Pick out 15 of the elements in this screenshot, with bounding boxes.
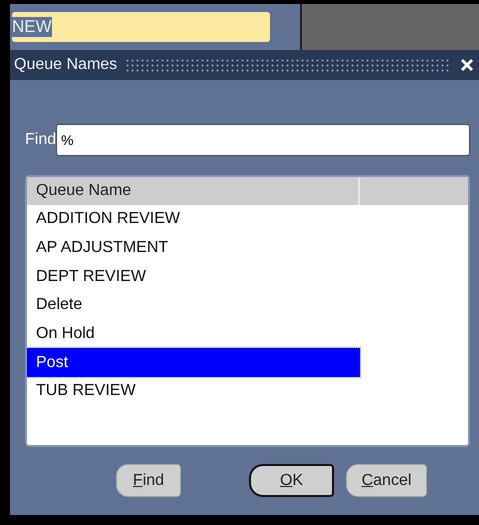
find-button[interactable]: Find	[116, 464, 181, 497]
list-item[interactable]: Post	[27, 348, 360, 378]
close-icon[interactable]	[459, 57, 475, 73]
list-item[interactable]: Delete	[27, 291, 360, 320]
list-item[interactable]: AP ADJUSTMENT	[27, 234, 360, 262]
cancel-button[interactable]: Cancel	[346, 464, 427, 497]
list-item[interactable]: On Hold	[27, 320, 360, 348]
find-label: Find	[25, 131, 56, 149]
list-item[interactable]: ADDITION REVIEW	[27, 205, 360, 234]
find-field[interactable]: %	[56, 124, 470, 156]
window-title: Queue Names	[14, 56, 118, 74]
text-field[interactable]: NEW	[12, 12, 270, 42]
list-item[interactable]: TUB REVIEW	[27, 377, 360, 406]
ok-button[interactable]: OK	[249, 464, 334, 497]
list-item[interactable]: DEPT REVIEW	[27, 262, 360, 292]
